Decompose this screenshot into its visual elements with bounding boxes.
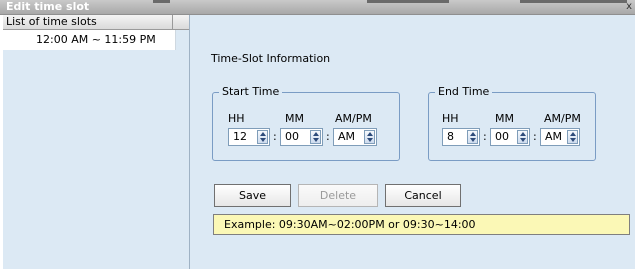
end-hh-label: HH xyxy=(442,112,459,125)
start-ampm-stepper[interactable]: AM xyxy=(333,128,377,146)
end-ampm-label: AM/PM xyxy=(544,112,581,125)
start-minute-value: 00 xyxy=(285,130,299,143)
time-slot-details-panel: Time-Slot Information Start Time HH MM A… xyxy=(190,15,635,269)
title-bar: Edit time slot x xyxy=(0,0,635,15)
start-hour-value: 12 xyxy=(233,130,247,143)
end-hour-stepper[interactable]: 8 xyxy=(442,128,480,146)
start-hour-spin-icon[interactable] xyxy=(257,130,268,144)
end-ampm-stepper[interactable]: AM xyxy=(540,128,580,146)
start-ampm-spin-icon[interactable] xyxy=(364,130,375,144)
time-separator: : xyxy=(326,130,330,143)
end-time-group: End Time HH MM AM/PM 8 : 00 : AM xyxy=(428,86,596,161)
list-header-label: List of time slots xyxy=(6,15,97,28)
time-separator: : xyxy=(273,130,277,143)
column-divider[interactable] xyxy=(172,15,173,29)
cancel-button[interactable]: Cancel xyxy=(385,184,461,207)
end-minute-value: 00 xyxy=(495,130,509,143)
delete-button[interactable]: Delete xyxy=(298,184,378,207)
end-time-legend: End Time xyxy=(438,85,490,98)
start-mm-label: MM xyxy=(285,112,304,125)
start-time-group: Start Time HH MM AM/PM 12 : 00 : AM xyxy=(212,86,400,161)
close-icon[interactable]: x xyxy=(626,0,632,13)
start-time-legend: Start Time xyxy=(222,85,280,98)
time-separator: : xyxy=(533,130,537,143)
start-minute-stepper[interactable]: 00 xyxy=(280,128,323,146)
time-slot-list-header: List of time slots xyxy=(3,15,189,30)
save-button[interactable]: Save xyxy=(214,184,291,207)
end-minute-stepper[interactable]: 00 xyxy=(490,128,530,146)
end-minute-spin-icon[interactable] xyxy=(517,130,528,144)
start-minute-spin-icon[interactable] xyxy=(310,130,321,144)
example-text: Example: 09:30AM~02:00PM or 09:30~14:00 xyxy=(224,218,476,231)
start-ampm-label: AM/PM xyxy=(335,112,372,125)
title-bar-decoration xyxy=(367,0,449,3)
end-hour-value: 8 xyxy=(447,130,454,143)
start-hour-stepper[interactable]: 12 xyxy=(228,128,270,146)
example-hint: Example: 09:30AM~02:00PM or 09:30~14:00 xyxy=(213,214,630,235)
time-separator: : xyxy=(483,130,487,143)
time-slot-list-panel: List of time slots 12:00 AM ~ 11:59 PM xyxy=(3,15,190,269)
section-title: Time-Slot Information xyxy=(211,52,331,65)
end-mm-label: MM xyxy=(495,112,514,125)
end-hour-spin-icon[interactable] xyxy=(467,130,478,144)
title-bar-decoration xyxy=(153,0,170,3)
list-item-time-slot[interactable]: 12:00 AM ~ 11:59 PM xyxy=(3,30,176,50)
window-title: Edit time slot xyxy=(6,0,90,13)
title-bar-decoration xyxy=(520,0,627,3)
start-hh-label: HH xyxy=(228,112,245,125)
end-ampm-value: AM xyxy=(545,130,563,143)
start-ampm-value: AM xyxy=(338,130,356,143)
time-slot-label: 12:00 AM ~ 11:59 PM xyxy=(36,33,156,46)
end-ampm-spin-icon[interactable] xyxy=(567,130,578,144)
